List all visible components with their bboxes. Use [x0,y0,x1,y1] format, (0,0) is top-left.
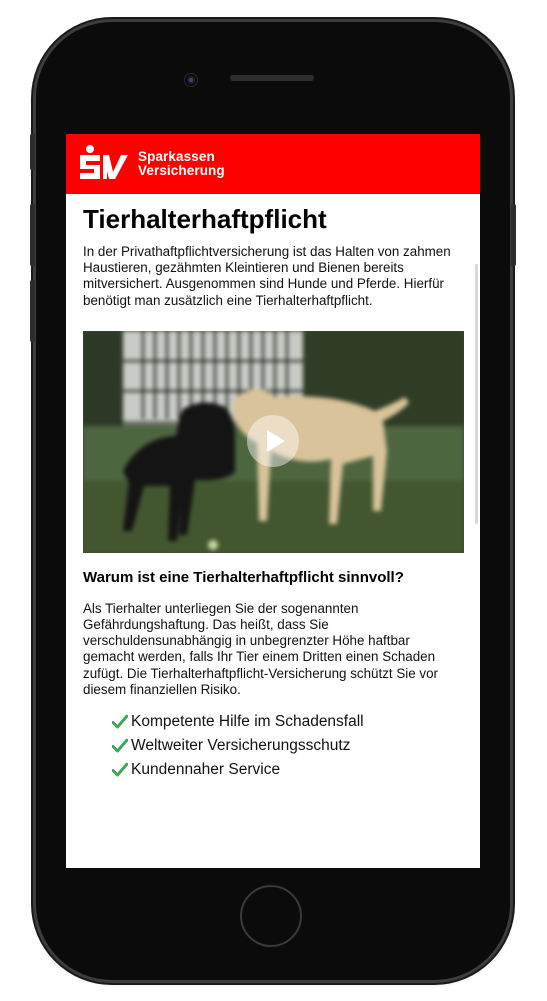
silent-switch [30,134,35,170]
feature-label: Kompetente Hilfe im Schadensfall [131,713,364,731]
scrollbar[interactable] [475,264,478,524]
section-heading: Warum ist eine Tierhalterhaftpflicht sin… [83,568,404,586]
video-player[interactable] [83,330,464,553]
intro-paragraph: In der Privathaftpflichtversicherung ist… [83,244,451,308]
play-button[interactable] [247,414,299,467]
home-button[interactable] [240,885,302,947]
volume-down-button [30,280,35,342]
sparkasse-sv-logo-icon [80,145,128,179]
checkmark-icon [112,763,128,777]
feature-item: Kundennaher Service [112,758,464,782]
feature-label: Kundennaher Service [131,761,281,779]
brand-name: Sparkassen Versicherung [138,150,225,178]
brand-name-line2: Versicherung [138,163,225,178]
play-icon [266,429,285,452]
brand-logo[interactable]: Sparkassen Versicherung [78,144,225,184]
feature-item: Kompetente Hilfe im Schadensfall [112,710,464,734]
feature-list: Kompetente Hilfe im Schadensfall Weltwei… [83,710,464,782]
power-button [511,204,516,266]
main-content: Tierhalterhaftpflicht In der Privathaftp… [66,194,480,782]
app-header: Sparkassen Versicherung [66,134,480,194]
screen: Sparkassen Versicherung Tierhalterhaftpf… [66,134,480,868]
feature-item: Weltweiter Versicherungsschutz [112,734,464,758]
earpiece-speaker [230,75,314,81]
front-camera [185,74,197,86]
feature-label: Weltweiter Versicherungsschutz [131,737,351,755]
phone-frame: Sparkassen Versicherung Tierhalterhaftpf… [30,22,516,980]
body-paragraph: Als Tierhalter unterliegen Sie der sogen… [83,600,439,697]
brand-name-line1: Sparkassen [138,149,215,164]
checkmark-icon [112,739,128,753]
volume-up-button [30,204,35,266]
checkmark-icon [112,715,128,729]
page-title: Tierhalterhaftpflicht [83,204,327,234]
